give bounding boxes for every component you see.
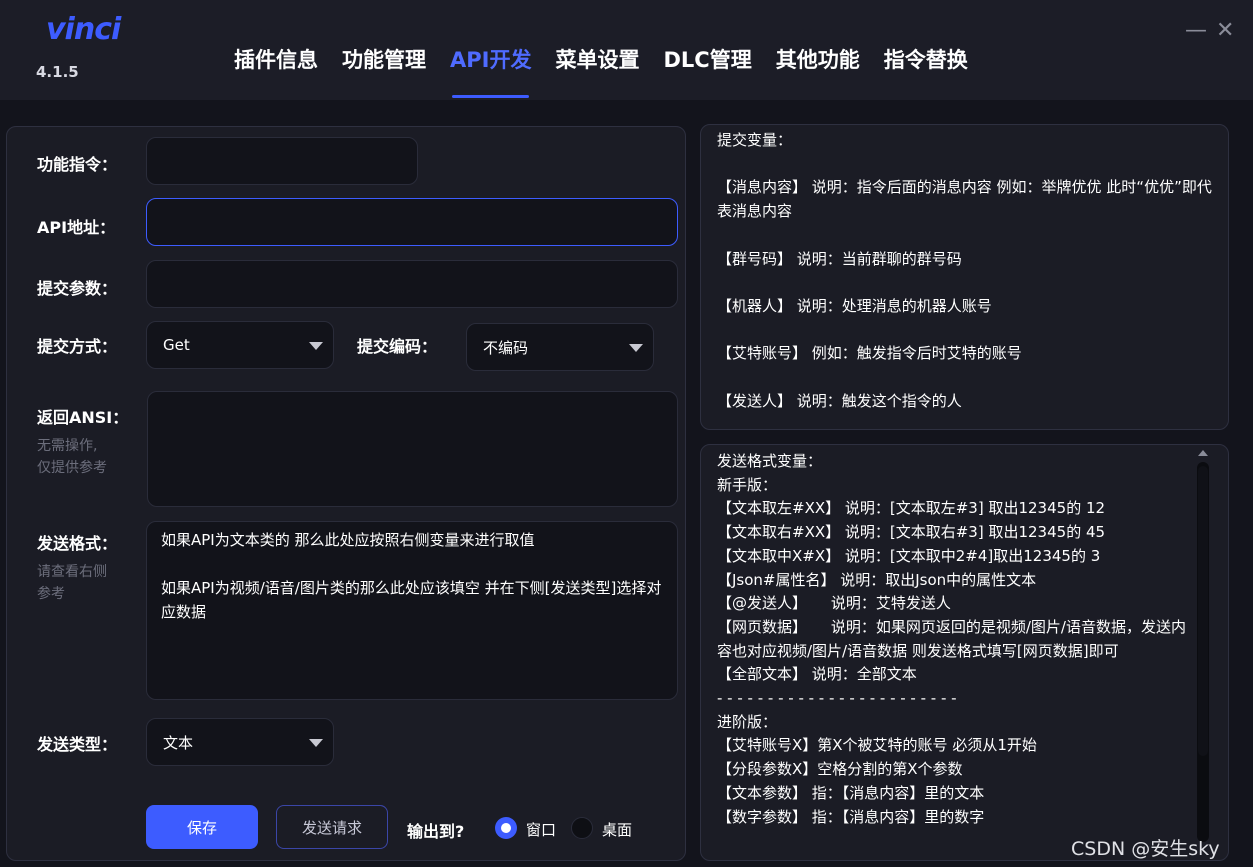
ansi-hint: 无需操作, 仅提供参考	[37, 438, 107, 476]
output-to-label: 输出到?	[407, 822, 465, 841]
save-button[interactable]: 保存	[146, 805, 258, 849]
tab-menu-settings[interactable]: 菜单设置	[543, 44, 651, 98]
close-icon[interactable]: ✕	[1216, 18, 1234, 43]
chevron-down-icon	[629, 344, 643, 352]
scrollbar-thumb[interactable]	[1198, 466, 1208, 756]
submit-variables-panel: 提交变量： 【消息内容】 说明：指令后面的消息内容 例如：举牌优优 此时“优优”…	[700, 124, 1229, 430]
minimize-icon[interactable]: —	[1185, 18, 1207, 43]
api-address-label: API地址：	[37, 218, 116, 237]
main-tabs: 插件信息 功能管理 API开发 菜单设置 DLC管理 其他功能 指令替换	[222, 44, 980, 98]
params-input[interactable]	[146, 260, 678, 308]
method-label: 提交方式：	[37, 337, 118, 356]
submit-variables-text: 提交变量： 【消息内容】 说明：指令后面的消息内容 例如：举牌优优 此时“优优”…	[717, 131, 1212, 410]
format-textarea[interactable]: 如果API为文本类的 那么此处应按照右侧变量来进行取值 如果API为视频/语音/…	[146, 521, 678, 700]
app-logo: vinci	[46, 12, 121, 47]
params-label: 提交参数：	[37, 279, 118, 298]
method-select[interactable]: Get	[146, 321, 334, 369]
tab-command-replace[interactable]: 指令替换	[872, 44, 980, 98]
title-bar: vinci 4.1.5 插件信息 功能管理 API开发 菜单设置 DLC管理 其…	[0, 0, 1253, 100]
tab-api-development[interactable]: API开发	[438, 44, 543, 98]
scroll-up-icon[interactable]	[1198, 450, 1208, 456]
ansi-textarea[interactable]	[147, 391, 678, 507]
tab-plugin-info[interactable]: 插件信息	[222, 44, 330, 98]
encoding-label: 提交编码：	[357, 337, 438, 356]
output-desktop-radio[interactable]	[571, 817, 593, 839]
send-request-button[interactable]: 发送请求	[276, 805, 388, 849]
tab-feature-management[interactable]: 功能管理	[330, 44, 438, 98]
output-window-radio[interactable]	[495, 817, 517, 839]
app-version: 4.1.5	[36, 63, 79, 81]
tab-other-features[interactable]: 其他功能	[764, 44, 872, 98]
send-type-select-value: 文本	[163, 733, 194, 752]
send-type-label: 发送类型：	[37, 735, 118, 754]
format-variables-text: 发送格式变量： 新手版： 【文本取左#XX】 说明：[文本取左#3] 取出123…	[717, 452, 1186, 826]
encoding-select-value: 不编码	[483, 338, 529, 357]
watermark: CSDN @安生sky	[1071, 838, 1220, 860]
tab-dlc-management[interactable]: DLC管理	[651, 44, 763, 98]
ansi-label: 返回ANSI：	[37, 408, 129, 427]
format-hint: 请查看右侧 参考	[37, 564, 107, 602]
api-address-input[interactable]	[146, 198, 678, 246]
format-label: 发送格式：	[37, 534, 118, 553]
command-input[interactable]	[146, 137, 418, 185]
output-desktop-label: 桌面	[602, 821, 633, 839]
command-label: 功能指令：	[37, 155, 118, 174]
format-variables-panel: 发送格式变量： 新手版： 【文本取左#XX】 说明：[文本取左#3] 取出123…	[700, 444, 1229, 861]
chevron-down-icon	[309, 342, 323, 350]
send-type-select[interactable]: 文本	[146, 718, 334, 766]
output-window-label: 窗口	[526, 821, 557, 839]
chevron-down-icon	[309, 739, 323, 747]
encoding-select[interactable]: 不编码	[466, 323, 654, 371]
method-select-value: Get	[163, 336, 190, 354]
